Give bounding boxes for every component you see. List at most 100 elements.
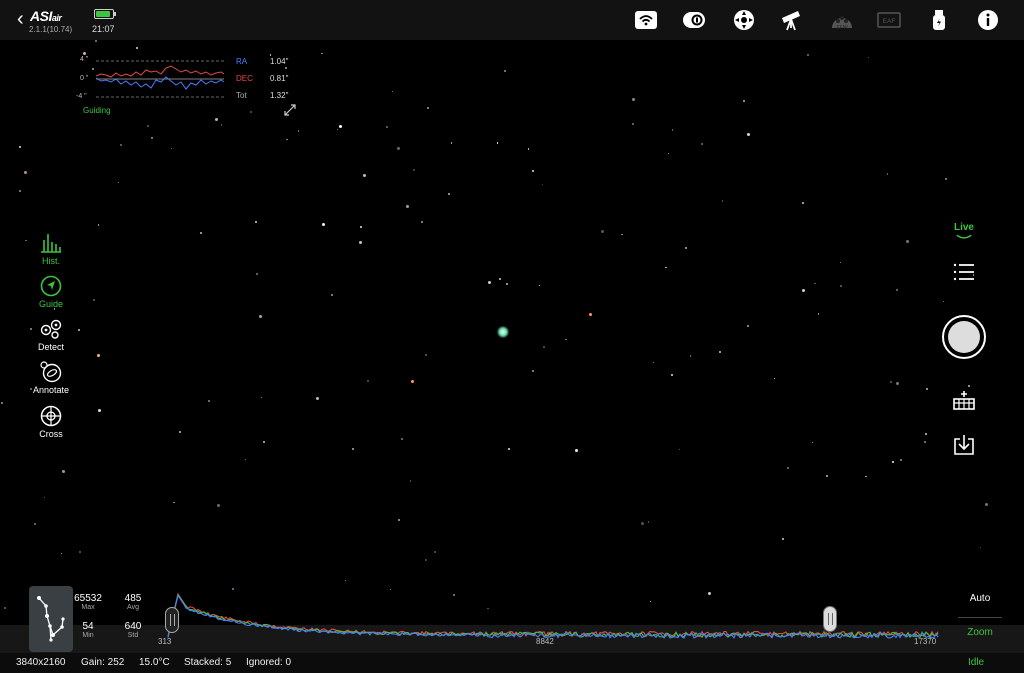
chevron-down-icon [956, 234, 972, 239]
star [61, 552, 63, 554]
shutter-inner [948, 321, 980, 353]
wifi-icon[interactable] [634, 8, 658, 32]
constellation-thumbnail[interactable] [29, 586, 73, 652]
star [498, 277, 501, 280]
tool-histogram[interactable]: Hist. [24, 232, 78, 274]
histogram-mid-value: 8842 [536, 637, 554, 646]
tool-cross[interactable]: Cross [24, 405, 78, 447]
guide-tick-mid: 0 " [80, 75, 89, 82]
star [366, 379, 369, 382]
star [532, 370, 535, 373]
star [94, 40, 97, 43]
svg-text:EFW: EFW [836, 25, 847, 31]
guiding-graph[interactable]: 4 " 0 " -4 " Guiding RA 1.04" DEC 0.81" … [76, 52, 306, 122]
black-point-handle[interactable] [165, 607, 179, 633]
star [924, 433, 927, 436]
crosshair-icon [40, 405, 62, 427]
histogram-high-value: 17370 [914, 637, 937, 646]
star [747, 325, 750, 328]
tool-detect[interactable]: Detect [24, 318, 78, 360]
tool-histogram-label: Hist. [42, 256, 60, 266]
star [811, 441, 814, 444]
star [23, 171, 27, 175]
star [339, 125, 342, 128]
star [391, 90, 394, 92]
star [925, 387, 928, 390]
star [896, 289, 898, 291]
usb-storage-icon[interactable] [927, 8, 951, 32]
camera-icon[interactable] [682, 8, 706, 32]
zoom-button[interactable]: Zoom [960, 627, 1000, 643]
status-state: Idle [968, 657, 985, 668]
star [826, 475, 829, 478]
star [411, 380, 414, 383]
star [97, 409, 101, 413]
mount-control-icon[interactable] [732, 8, 756, 32]
star [565, 338, 567, 341]
star [398, 519, 401, 522]
star [868, 56, 870, 59]
expand-icon[interactable] [283, 103, 297, 117]
star [503, 70, 506, 73]
star [413, 169, 415, 172]
star [689, 355, 692, 357]
annotate-icon [40, 361, 62, 383]
app-version: 2.1.1(10.74) [29, 25, 73, 34]
star [0, 401, 3, 404]
focus-tool-icon[interactable] [952, 388, 976, 412]
tool-guide-label: Guide [38, 299, 64, 309]
guide-tick-top: 4 " [80, 56, 89, 63]
star [3, 607, 6, 610]
star [61, 470, 65, 474]
eaf-icon[interactable]: EAF [877, 8, 901, 32]
ra-label: RA [236, 57, 248, 66]
white-point-handle[interactable] [823, 606, 837, 632]
tool-annotate[interactable]: Annotate [24, 361, 78, 403]
star [315, 396, 319, 400]
star [721, 200, 724, 202]
star [781, 537, 784, 540]
star [151, 137, 154, 140]
live-toggle[interactable]: Live [946, 222, 982, 248]
status-bar: 3840x2160 Gain: 252 15.0°C Stacked: 5 Ig… [0, 653, 1024, 673]
star [420, 221, 423, 224]
star [672, 129, 674, 131]
star [487, 280, 491, 284]
menu-icon[interactable] [952, 260, 976, 284]
star [900, 458, 903, 461]
star [173, 501, 175, 504]
star [396, 146, 400, 150]
star [146, 125, 149, 128]
info-icon[interactable] [976, 8, 1000, 32]
shutter-button[interactable] [942, 315, 986, 359]
star [221, 124, 223, 126]
star [742, 99, 745, 102]
star [97, 354, 100, 357]
star [321, 52, 323, 54]
star [924, 440, 927, 443]
efw-icon[interactable]: EFW [830, 8, 854, 32]
star [97, 224, 100, 226]
save-icon[interactable] [952, 433, 976, 457]
star [665, 267, 667, 269]
auto-stretch-button[interactable]: Auto [960, 593, 1000, 611]
star [409, 480, 412, 482]
star [896, 381, 900, 385]
stat-max: 65532 Max [74, 593, 102, 611]
star [358, 241, 362, 245]
star [985, 503, 989, 507]
tool-detect-label: Detect [37, 342, 64, 352]
star [93, 299, 95, 301]
tool-guide[interactable]: Guide [24, 275, 78, 317]
telescope-icon[interactable] [780, 8, 804, 32]
star [538, 284, 541, 286]
star [18, 190, 21, 193]
star [814, 282, 816, 285]
star [448, 193, 451, 196]
histogram-icon [41, 234, 61, 253]
top-bar: ‹ ASIair 2.1.1(10.74) 21:07 EFW EAF [0, 0, 1024, 40]
star [621, 233, 623, 235]
star [322, 222, 326, 226]
star [631, 122, 634, 125]
star [943, 300, 945, 303]
